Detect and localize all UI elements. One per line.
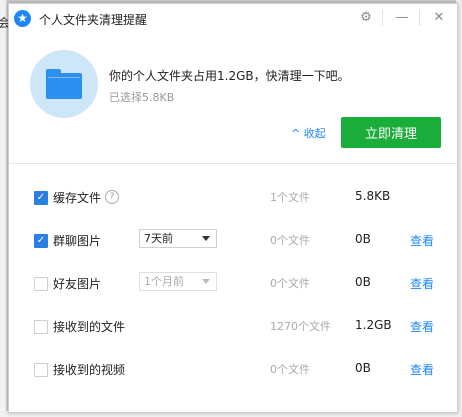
cleanup-dialog: ★ 个人文件夹清理提醒 ⚙ — ✕ 你的个人文件夹占用1.2GB，快清理一下吧。… [8,3,458,413]
folder-illustration [30,50,98,118]
view-link[interactable]: 查看 [410,318,434,335]
file-count: 0个文件 [270,277,310,290]
row-label: 好友图片 [53,277,102,291]
age-filter-select[interactable]: 7天前 [139,229,217,248]
titlebar-separator [382,10,383,26]
row-label: 缓存文件 [53,191,102,205]
window-title: 个人文件夹清理提醒 [39,13,148,27]
section-divider [9,163,457,164]
checkbox-group-images[interactable]: ✓ [34,234,48,248]
row-label: 群聊图片 [53,234,102,248]
list-item-received-files: 接收到的文件 1270个文件 1.2GB 查看 [9,312,457,342]
checkbox-friend-images[interactable] [34,277,48,291]
view-link[interactable]: 查看 [410,232,434,249]
help-icon[interactable]: ? [105,190,119,204]
chevron-down-icon [202,279,210,284]
file-count: 0个文件 [270,234,310,247]
clean-now-button[interactable]: 立即清理 [341,117,441,148]
file-count: 1个文件 [270,191,310,204]
background-app-edge: 会 [0,0,10,417]
collapse-link[interactable]: ^ 收起 [291,125,326,141]
checkbox-received-files[interactable] [34,320,48,334]
view-link[interactable]: 查看 [410,361,434,378]
age-filter-select[interactable]: 1个月前 [139,272,217,291]
close-icon[interactable]: ✕ [428,8,450,28]
app-logo-icon: ★ [14,10,31,27]
title-bar[interactable]: ★ 个人文件夹清理提醒 ⚙ — ✕ [9,4,457,34]
chevron-down-icon [202,236,210,241]
usage-headline: 你的个人文件夹占用1.2GB，快清理一下吧。 [109,69,350,83]
settings-gear-icon[interactable]: ⚙ [355,8,377,28]
selected-size-text: 已选择5.8KB [109,91,175,104]
select-value: 7天前 [144,232,173,245]
file-size: 1.2GB [355,318,392,332]
file-size: 0B [355,232,371,246]
file-size: 0B [355,361,371,375]
file-count: 0个文件 [270,363,310,376]
checkbox-received-videos[interactable] [34,363,48,377]
file-size: 0B [355,275,371,289]
checkbox-cache[interactable]: ✓ [34,191,48,205]
row-label: 接收到的视频 [53,363,126,377]
list-item-cache: ✓ 缓存文件 ? 1个文件 5.8KB [9,183,457,213]
file-count: 1270个文件 [270,320,331,333]
list-item-group-images: ✓ 群聊图片 7天前 0个文件 0B 查看 [9,226,457,256]
list-item-received-videos: 接收到的视频 0个文件 0B 查看 [9,355,457,385]
view-link[interactable]: 查看 [410,275,434,292]
list-item-friend-images: 好友图片 1个月前 0个文件 0B 查看 [9,269,457,299]
file-size: 5.8KB [355,189,391,203]
titlebar-separator [419,10,420,26]
row-label: 接收到的文件 [53,320,126,334]
folder-icon-line [48,77,80,78]
select-value: 1个月前 [144,275,184,288]
minimize-icon[interactable]: — [391,8,413,28]
